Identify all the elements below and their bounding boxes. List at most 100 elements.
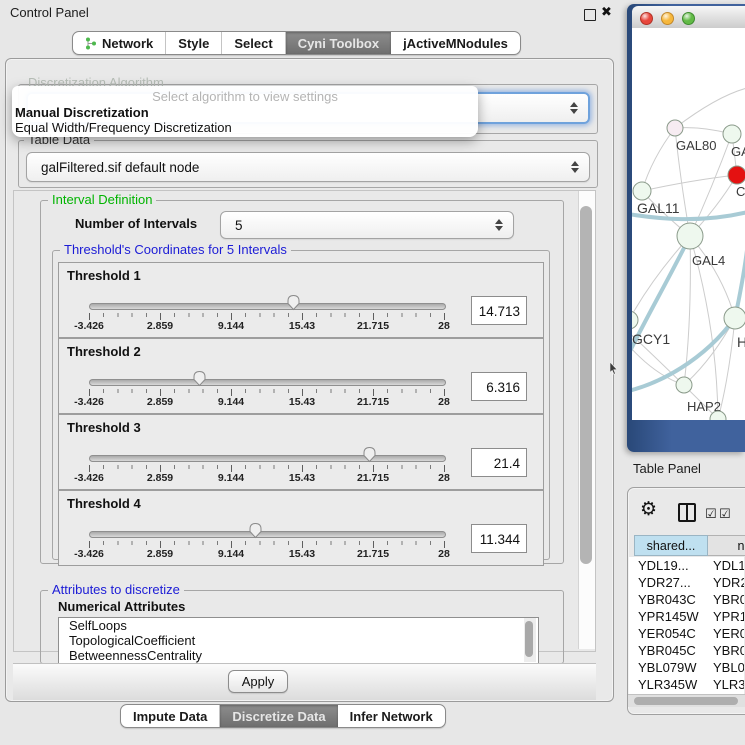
tick-label: 15.43 — [289, 396, 315, 408]
table-row[interactable]: YPR145WYPR1 — [629, 608, 744, 625]
tab-select[interactable]: Select — [222, 32, 285, 54]
slider-ticks — [89, 465, 445, 472]
minimize-traffic-light-icon[interactable] — [661, 12, 674, 25]
tick-label: 9.144 — [218, 472, 244, 484]
network-node-gal11[interactable] — [633, 182, 651, 200]
checkbox-icon[interactable]: ☑ — [719, 506, 731, 522]
tab-jactivemnodules[interactable]: jActiveMNodules — [391, 32, 520, 54]
slider-track[interactable] — [89, 379, 446, 386]
num-intervals-value: 5 — [235, 212, 243, 238]
zoom-traffic-light-icon[interactable] — [682, 12, 695, 25]
numerical-attributes-list[interactable]: SelfLoopsTopologicalCoefficientBetweenne… — [58, 617, 539, 665]
horizontal-scrollbar-track[interactable] — [628, 694, 745, 707]
table-body[interactable]: YDL19...YDL1YDR27...YDR2YBR043CYBR0YPR14… — [629, 557, 744, 694]
table-row[interactable]: YLR345WYLR3 — [629, 676, 744, 693]
tab-discretize-data[interactable]: Discretize Data — [220, 705, 337, 727]
network-edge[interactable] — [642, 175, 737, 191]
tab-style[interactable]: Style — [166, 32, 222, 54]
cell-name: YBR0 — [713, 592, 744, 607]
vertical-scrollbar-thumb[interactable] — [580, 206, 592, 564]
column-header-shared-name[interactable]: shared... — [634, 535, 708, 556]
apply-button[interactable]: Apply — [228, 670, 288, 693]
interval-definition-legend: Interval Definition — [48, 193, 156, 207]
dropdown-option-manual[interactable]: Manual Discretization — [15, 105, 149, 120]
slider-thumb[interactable] — [192, 370, 207, 387]
column-header-name[interactable]: na — [708, 535, 745, 556]
threshold-value-field[interactable]: 6.316 — [471, 372, 527, 401]
tick-label: 9.144 — [218, 548, 244, 560]
network-canvas[interactable]: GAL80GACGAL11GAL4GCY1HHAP2 — [632, 28, 745, 420]
slider-track[interactable] — [89, 531, 446, 538]
network-edge[interactable] — [632, 236, 690, 320]
tick-label: 15.43 — [289, 548, 315, 560]
horizontal-scrollbar-thumb[interactable] — [634, 697, 738, 705]
thresholds-legend: Threshold's Coordinates for 5 Intervals — [60, 243, 291, 257]
tab-network[interactable]: Network — [73, 32, 166, 54]
tick-label: 9.144 — [218, 320, 244, 332]
slider-track[interactable] — [89, 455, 446, 462]
table-row[interactable]: YDL19...YDL1 — [629, 557, 744, 574]
slider-thumb[interactable] — [286, 294, 301, 311]
threshold-value-field[interactable]: 11.344 — [471, 524, 527, 553]
threshold-value-field[interactable]: 14.713 — [471, 296, 527, 325]
threshold-panel-4: Threshold 4-3.4262.8599.14415.4321.71528… — [58, 490, 544, 566]
dropdown-option-equal-width[interactable]: Equal Width/Frequency Discretization — [15, 120, 232, 135]
columns-icon[interactable] — [678, 503, 696, 522]
gear-icon[interactable]: ⚙ — [640, 498, 657, 521]
attribute-list-item[interactable]: TopologicalCoefficient — [59, 633, 538, 648]
float-window-icon[interactable] — [584, 9, 596, 21]
control-panel-titlebar: Control Panel ✖ — [0, 0, 620, 26]
cell-shared-name: YPR145W — [638, 609, 699, 624]
network-node-h[interactable] — [724, 307, 745, 329]
close-traffic-light-icon[interactable] — [640, 12, 653, 25]
tick-label: 2.859 — [147, 320, 173, 332]
tick-label: 28 — [438, 548, 450, 560]
tick-label: 15.43 — [289, 320, 315, 332]
panel-footer — [13, 663, 596, 700]
attribute-list-item[interactable]: SelfLoops — [59, 618, 538, 633]
network-node-gal4[interactable] — [677, 223, 703, 249]
slider-thumb[interactable] — [362, 446, 377, 463]
threshold-value-field[interactable]: 21.4 — [471, 448, 527, 477]
tab-infer-network[interactable]: Infer Network — [338, 705, 445, 727]
table-row[interactable]: YER054CYER0 — [629, 625, 744, 642]
network-node-gal80[interactable] — [667, 120, 683, 136]
attribute-list-item[interactable]: BetweennessCentrality — [59, 648, 538, 663]
table-row[interactable]: YBR043CYBR0 — [629, 591, 744, 608]
top-tab-bar: NetworkStyle Select Cyni ToolboxjActiveMNo… — [72, 31, 521, 55]
tick-label: 2.859 — [147, 396, 173, 408]
network-edge[interactable] — [690, 236, 735, 318]
tick-label: 21.715 — [357, 396, 389, 408]
threshold-panel-3: Threshold 3-3.4262.8599.14415.4321.71528… — [58, 414, 544, 490]
network-node-red[interactable] — [728, 166, 745, 184]
table-row[interactable]: YBL079WYBL0 — [629, 659, 744, 676]
bottom-tab-bar: Impute DataDiscretize DataInfer Network — [120, 704, 446, 728]
table-row[interactable]: YBR045CYBR0 — [629, 642, 744, 659]
network-edge[interactable] — [632, 236, 690, 368]
tab-cyni-toolbox[interactable]: Cyni Toolbox — [286, 32, 391, 54]
node-label-gal80: GAL80 — [676, 138, 716, 153]
network-node-gcy1[interactable] — [632, 311, 638, 329]
network-node-hap2[interactable] — [676, 377, 692, 393]
network-node-ga[interactable] — [723, 125, 741, 143]
node-label-gal11: GAL11 — [637, 200, 680, 216]
list-scrollbar-track[interactable] — [524, 618, 536, 662]
table-data-combo[interactable]: galFiltered.sif default node — [26, 152, 590, 182]
slider-ticks — [89, 541, 445, 548]
slider-thumb[interactable] — [248, 522, 263, 539]
slider-ticks — [89, 389, 445, 396]
node-label-red: C — [736, 184, 745, 199]
slider-track[interactable] — [89, 303, 446, 310]
table-row[interactable]: YDR27...YDR2 — [629, 574, 744, 591]
checkbox-icon[interactable]: ☑ — [705, 506, 717, 522]
dropdown-placeholder[interactable]: Select algorithm to view settings — [12, 89, 478, 104]
close-icon[interactable]: ✖ — [601, 4, 612, 20]
network-window-titlebar[interactable] — [632, 6, 745, 29]
num-intervals-combo[interactable]: 5 — [220, 211, 514, 239]
tab-label: Select — [234, 36, 272, 51]
network-edge[interactable] — [675, 88, 745, 128]
threshold-label: Threshold 2 — [67, 344, 141, 359]
tab-impute-data[interactable]: Impute Data — [121, 705, 220, 727]
list-scrollbar-thumb[interactable] — [525, 621, 533, 657]
network-edge[interactable] — [642, 128, 675, 191]
